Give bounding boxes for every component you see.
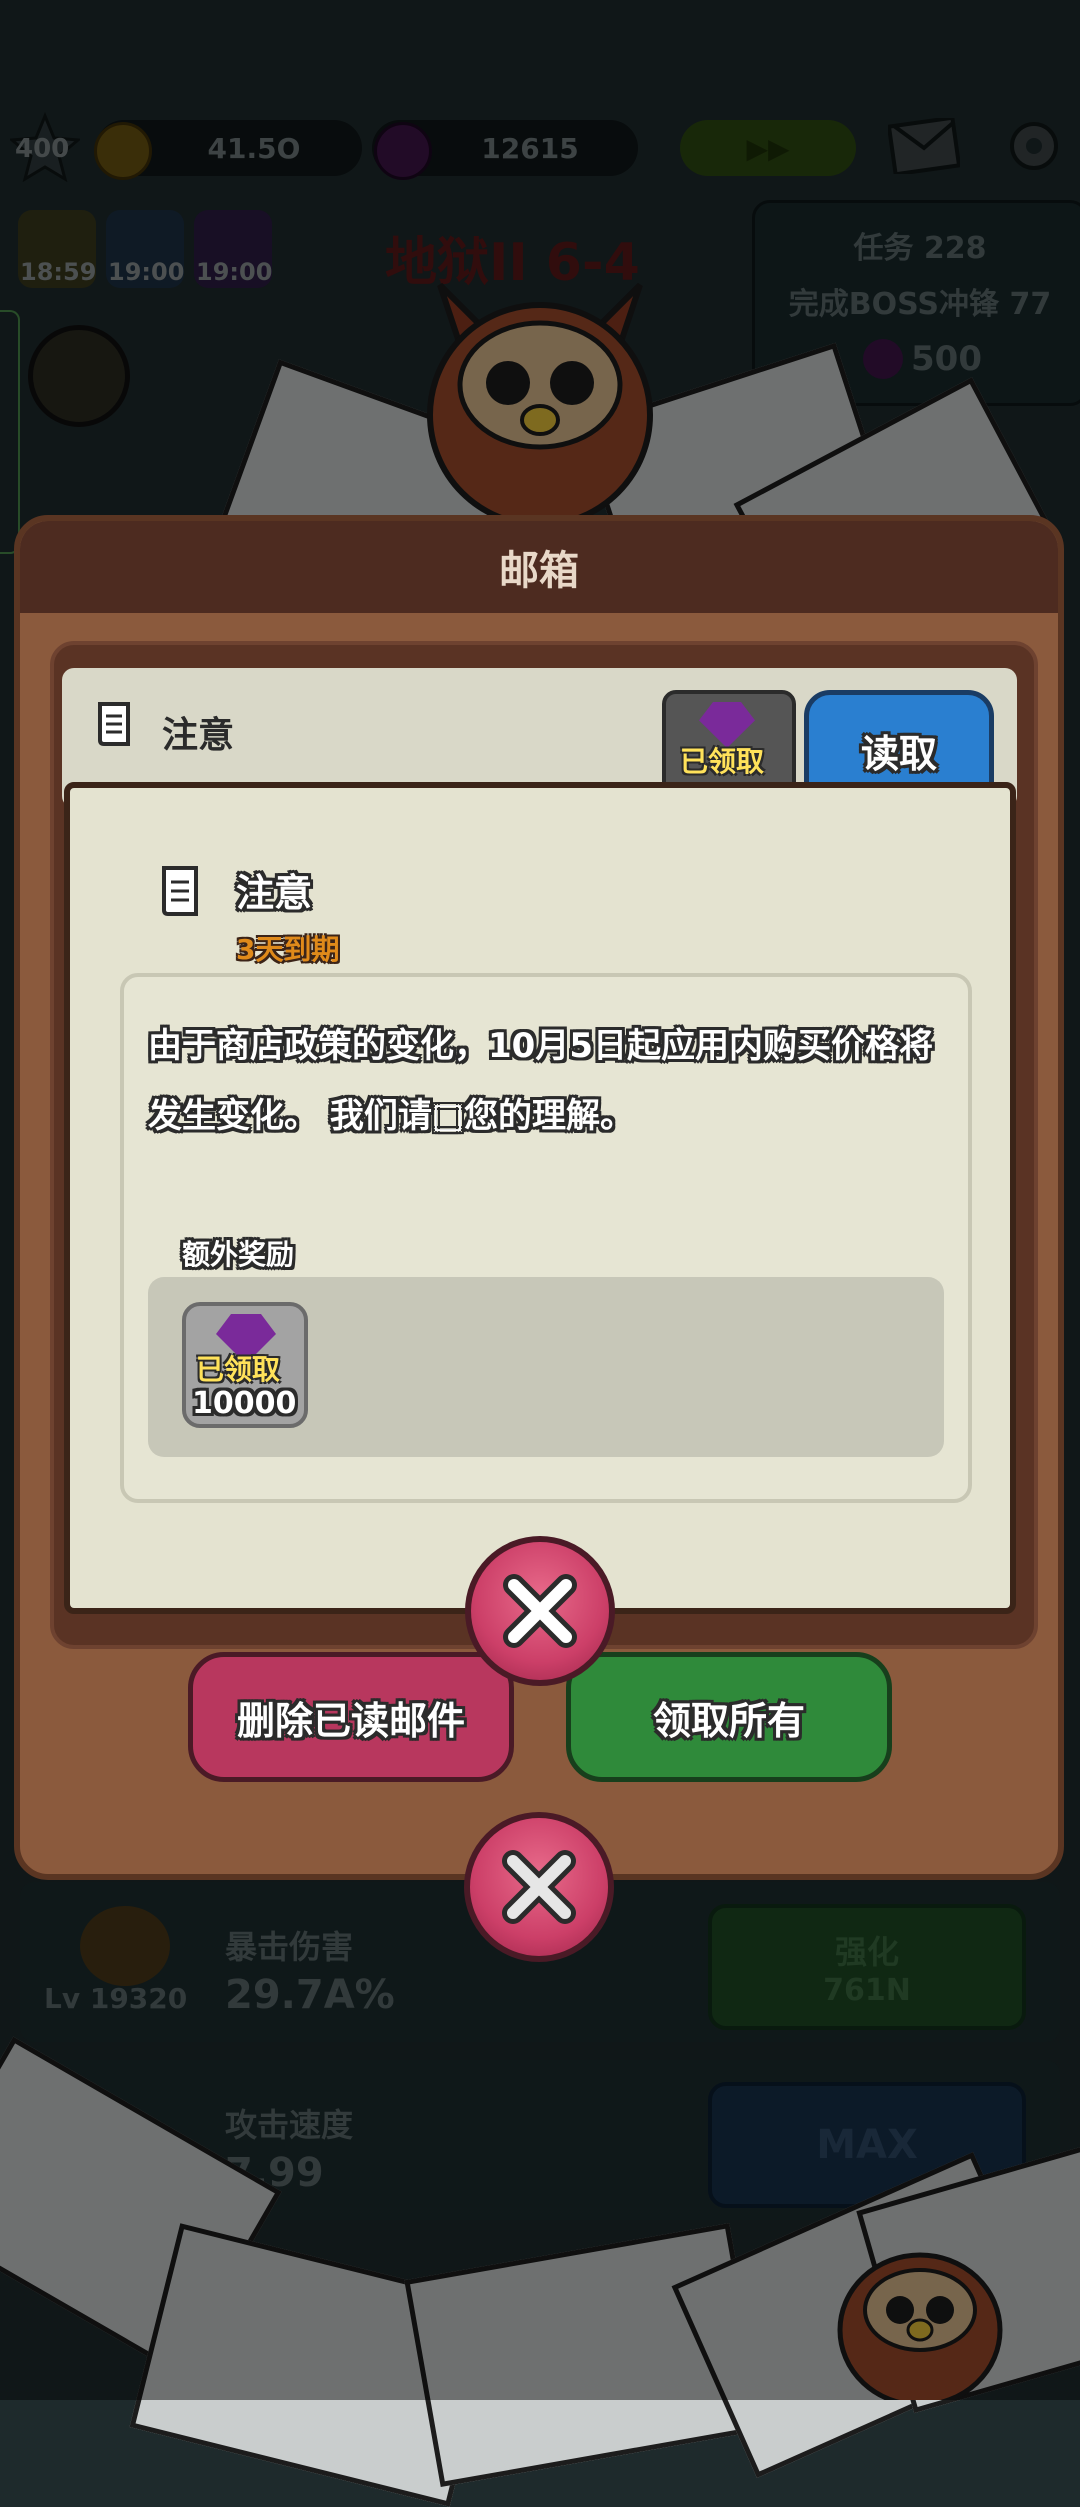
mail-detail-popup: 注意 3天到期 由于商店政策的变化，10月5日起应用内购买价格将发生变化。 我们… bbox=[64, 782, 1016, 1614]
message-body: 由于商店政策的变化，10月5日起应用内购买价格将发生变化。 我们请□您的理解。 bbox=[148, 1026, 933, 1136]
expiry-label: 3天到期 bbox=[236, 933, 340, 966]
read-button-label: 读取 bbox=[860, 731, 937, 776]
quest-description: 完成BOSS冲锋 77 bbox=[788, 287, 1052, 322]
document-icon bbox=[158, 864, 206, 920]
reward-strip: 已领取 10000 bbox=[148, 1277, 944, 1457]
delete-read-mail-button[interactable]: 删除已读邮件 bbox=[188, 1652, 514, 1782]
gold-counter[interactable]: 41.5O bbox=[94, 120, 362, 180]
side-wheel-icon[interactable] bbox=[28, 325, 130, 427]
bonus-reward-label: 额外奖励 bbox=[182, 1238, 295, 1271]
upgrade-button-label: 强化 bbox=[834, 1932, 899, 1971]
stat-name: 攻击速度 bbox=[225, 2106, 354, 2144]
claim-all-label: 领取所有 bbox=[652, 1698, 805, 1743]
upgrade-cost: 761N bbox=[823, 1972, 911, 2008]
message-box: 由于商店政策的变化，10月5日起应用内购买价格将发生变化。 我们请□您的理解。 … bbox=[120, 973, 972, 1503]
reward-status: 已领取 bbox=[196, 1353, 281, 1386]
reward-item[interactable]: 已领取 10000 bbox=[182, 1302, 308, 1428]
stat-value: 29.7A% bbox=[225, 1972, 395, 2018]
max-button-label: MAX bbox=[816, 2122, 918, 2168]
stat-level: Lv 19320 bbox=[44, 1982, 188, 2015]
owl-mascot bbox=[400, 255, 680, 528]
gold-value: 41.5O bbox=[207, 131, 301, 165]
popup-close-button[interactable] bbox=[465, 1536, 615, 1686]
settings-gear-icon[interactable] bbox=[1002, 114, 1066, 178]
mailbox-close-button[interactable] bbox=[464, 1812, 614, 1962]
gold-coin-icon bbox=[94, 122, 152, 180]
mail-item-status: 已领取 bbox=[680, 745, 765, 778]
stat-owl-icon bbox=[80, 1906, 170, 1986]
gem-counter[interactable]: 12615 bbox=[372, 120, 638, 180]
gem-value: 12615 bbox=[481, 131, 579, 165]
buff-timer-2-text: 19:00 bbox=[108, 258, 185, 286]
mail-icon[interactable] bbox=[886, 115, 962, 177]
fast-forward-button[interactable]: ▶▶ bbox=[680, 120, 856, 176]
side-tab[interactable] bbox=[0, 310, 20, 554]
stat-name: 暴击伤害 bbox=[225, 1928, 354, 1966]
upgrade-button[interactable]: 强化 761N bbox=[708, 1904, 1026, 2030]
popup-title: 注意 bbox=[236, 871, 313, 915]
level-value: 400 bbox=[15, 134, 70, 164]
document-icon bbox=[94, 700, 138, 750]
delete-read-mail-label: 删除已读邮件 bbox=[236, 1698, 465, 1743]
mail-item-title: 注意 bbox=[162, 715, 235, 756]
gem-icon bbox=[374, 122, 432, 180]
claim-all-button[interactable]: 领取所有 bbox=[566, 1652, 892, 1782]
mailbox-header: 邮箱 bbox=[20, 521, 1058, 613]
close-icon bbox=[503, 1574, 577, 1648]
level-badge: 400 bbox=[8, 112, 82, 183]
buff-timer-3-text: 19:00 bbox=[196, 258, 273, 286]
mailbox-title: 邮箱 bbox=[499, 548, 579, 594]
close-icon bbox=[502, 1850, 576, 1924]
buff-timer-1-text: 18:59 bbox=[20, 258, 97, 286]
reward-amount: 10000 bbox=[192, 1386, 297, 1421]
quest-reward: 500 bbox=[911, 339, 982, 379]
owl-mascot-small bbox=[820, 2230, 1020, 2408]
quest-title: 任务 228 bbox=[853, 231, 987, 266]
quest-reward-gem-icon bbox=[863, 339, 903, 379]
fast-forward-icon: ▶▶ bbox=[746, 131, 790, 165]
